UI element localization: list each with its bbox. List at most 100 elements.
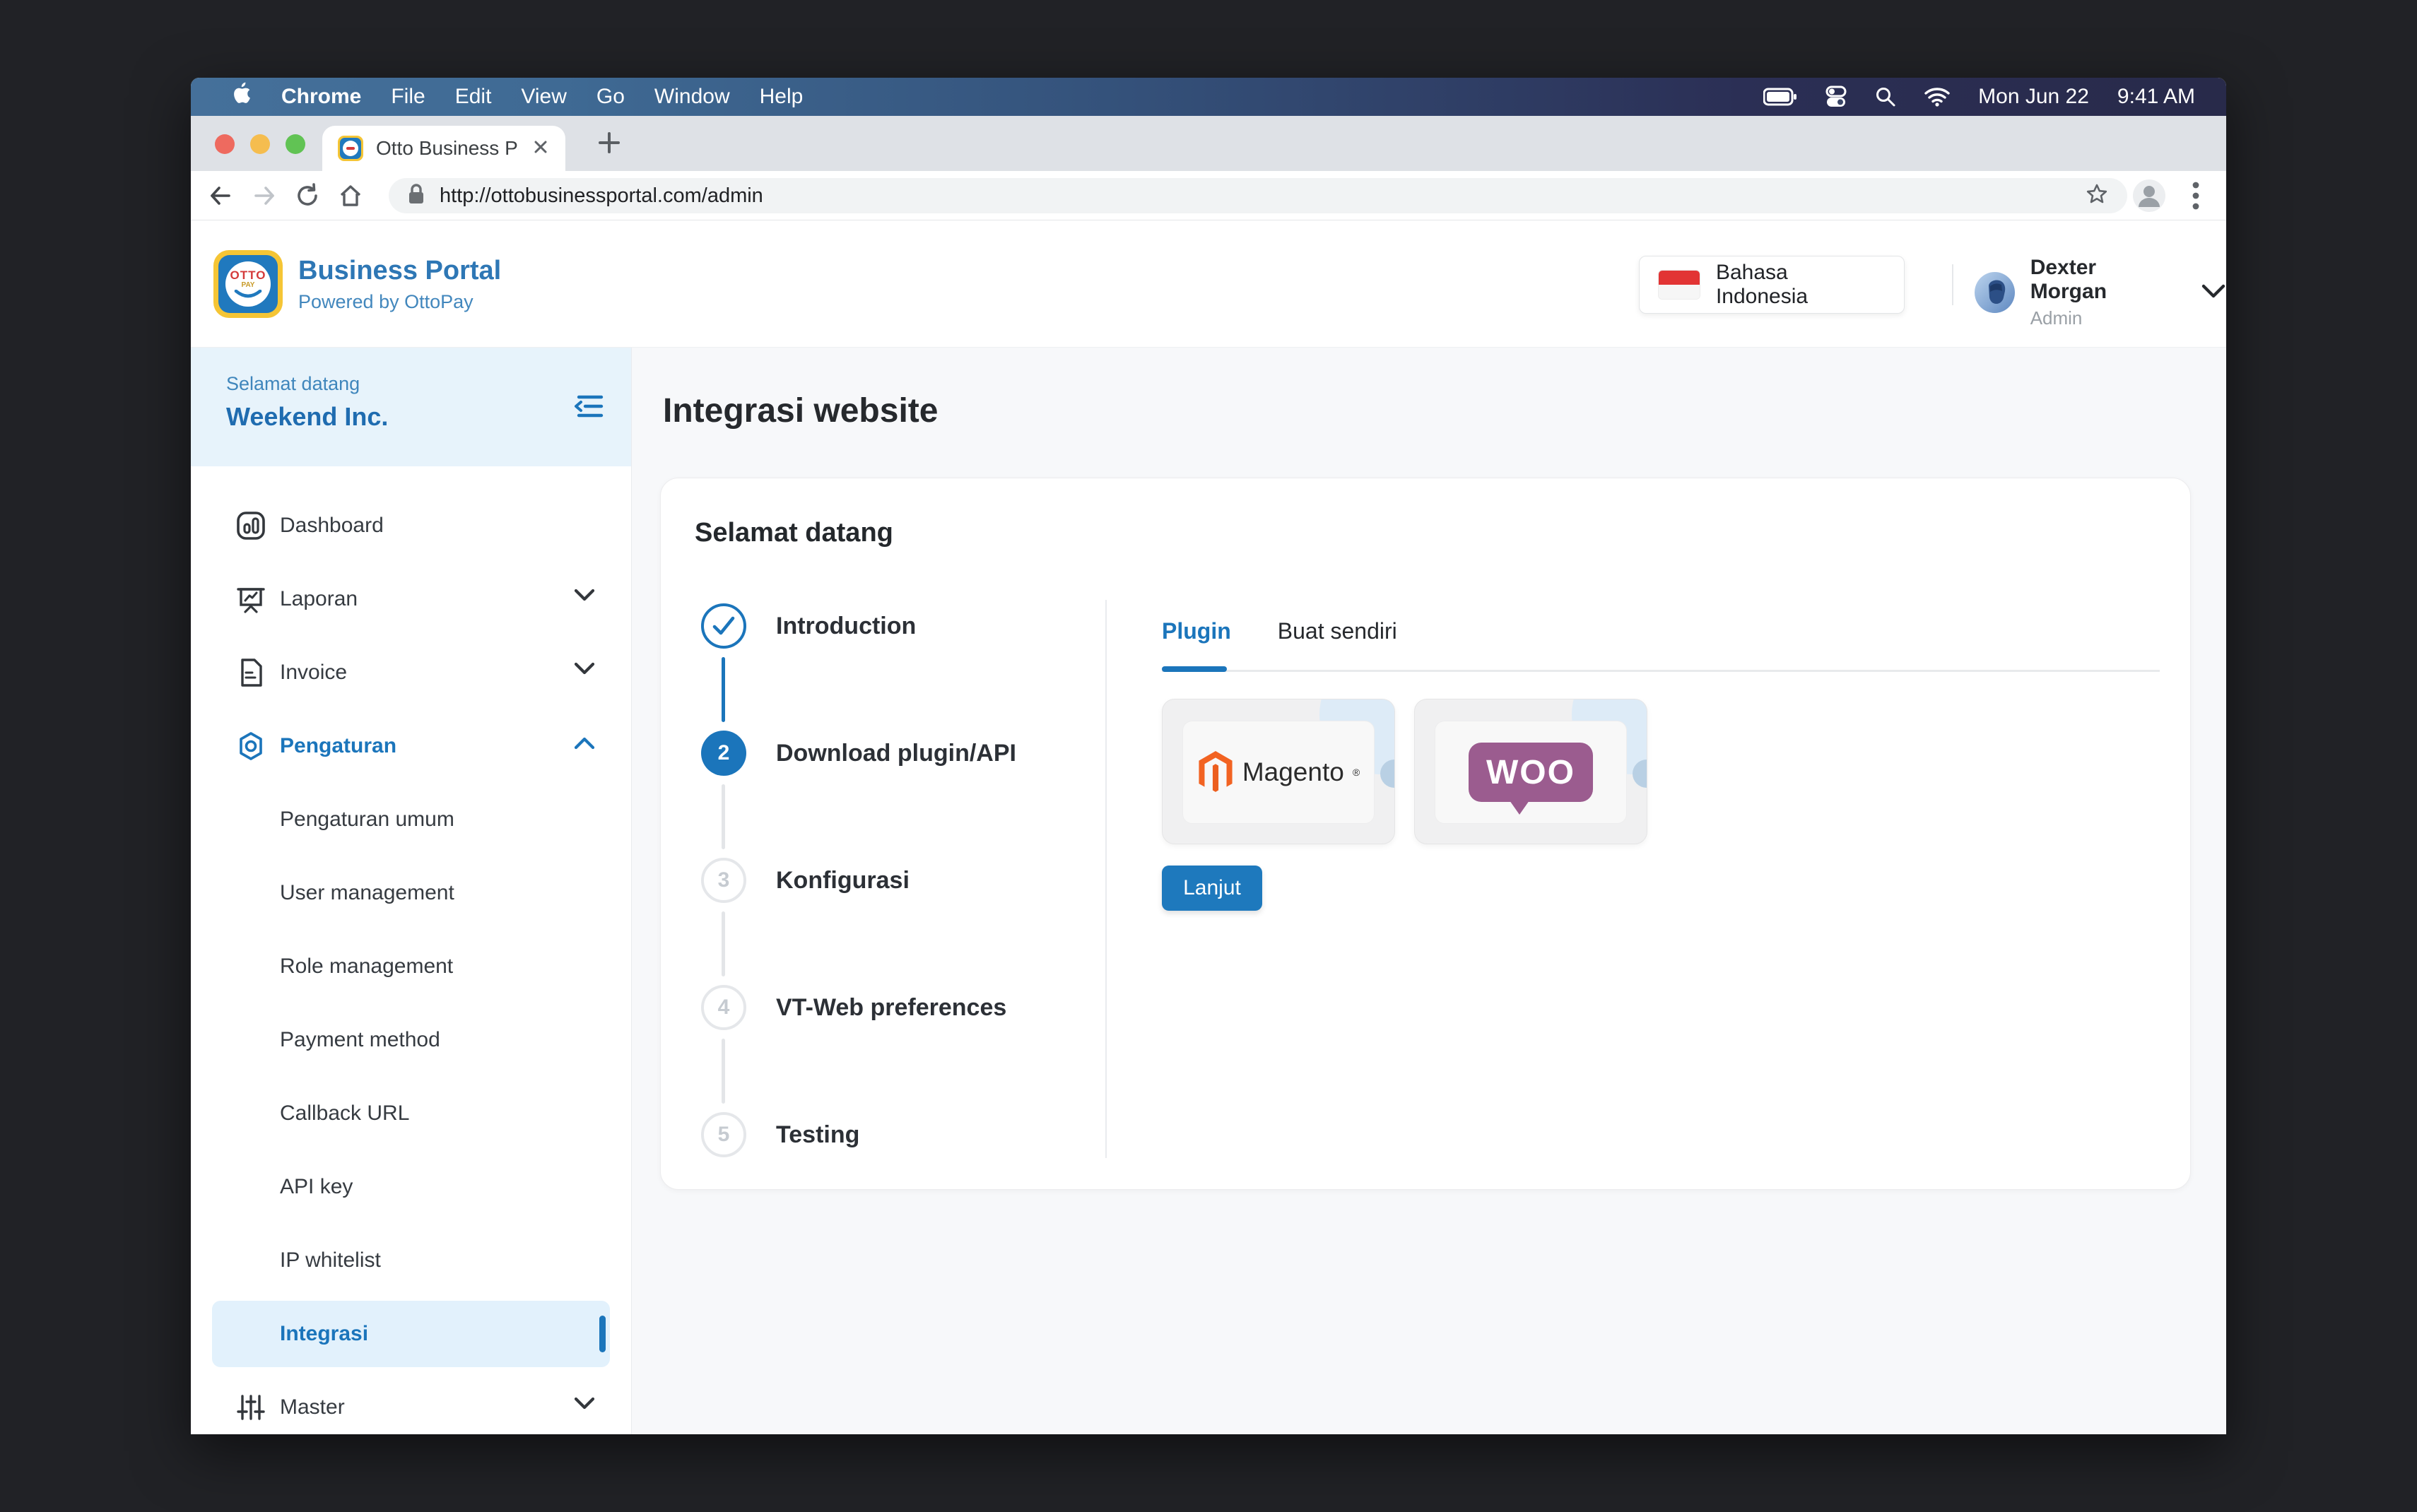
menubar-item-go[interactable]: Go <box>596 85 625 109</box>
tab-buat-sendiri[interactable]: Buat sendiri <box>1278 618 1397 644</box>
tab-plugin[interactable]: Plugin <box>1162 618 1231 644</box>
brand: OTTO PAY Business Portal Powered by Otto… <box>213 250 501 318</box>
magento-registered-mark: ® <box>1353 767 1360 778</box>
sidebar-item-label: IP whitelist <box>280 1248 381 1272</box>
zoom-window-button[interactable] <box>286 134 305 154</box>
url-text[interactable]: http://ottobusinessportal.com/admin <box>440 184 2071 208</box>
dashboard-icon <box>235 510 267 541</box>
sidebar-item-ip-whitelist[interactable]: IP whitelist <box>191 1224 631 1297</box>
close-window-button[interactable] <box>215 134 235 154</box>
sidebar-item-label: Laporan <box>280 587 358 611</box>
tab-favicon-icon <box>338 136 363 161</box>
sidebar-menu: Dashboard Laporan Invoice <box>191 489 631 1434</box>
active-item-indicator <box>599 1316 606 1352</box>
step-vt-web-preferences[interactable]: 4 VT-Web preferences <box>701 985 1006 1030</box>
step-konfigurasi[interactable]: 3 Konfigurasi <box>701 858 910 903</box>
app-header: OTTO PAY Business Portal Powered by Otto… <box>191 220 2226 348</box>
sidebar-item-role-management[interactable]: Role management <box>191 930 631 1003</box>
user-menu[interactable]: Dexter Morgan Admin <box>1975 256 2226 329</box>
sidebar-item-pengaturan-umum[interactable]: Pengaturan umum <box>191 783 631 856</box>
logo-text: OTTO <box>230 269 266 281</box>
sidebar-item-api-key[interactable]: API key <box>191 1150 631 1224</box>
sidebar-item-label: Dashboard <box>280 514 384 538</box>
menubar-item-edit[interactable]: Edit <box>455 85 492 109</box>
bookmark-star-icon[interactable] <box>2085 182 2109 210</box>
sidebar-item-label: Master <box>280 1395 345 1419</box>
chevron-down-icon <box>573 588 596 607</box>
menu-dots-icon[interactable] <box>2178 178 2213 213</box>
menubar-item-chrome[interactable]: Chrome <box>281 85 361 109</box>
chevron-down-icon[interactable] <box>2201 283 2226 303</box>
back-icon[interactable] <box>205 180 236 211</box>
step-number: 5 <box>701 1112 746 1157</box>
home-icon[interactable] <box>335 180 366 211</box>
step-label: Konfigurasi <box>776 867 910 894</box>
tab-strip: Otto Business Portal <box>191 116 2226 171</box>
sidebar-item-laporan[interactable]: Laporan <box>191 562 631 636</box>
window-controls <box>215 134 305 154</box>
menubar-date[interactable]: Mon Jun 22 <box>1978 85 2089 109</box>
battery-icon[interactable] <box>1763 88 1797 106</box>
chevron-down-icon <box>573 1396 596 1415</box>
profile-icon[interactable] <box>2131 178 2167 213</box>
card-title: Selamat datang <box>695 518 893 548</box>
reload-icon[interactable] <box>292 180 323 211</box>
sidebar-item-user-management[interactable]: User management <box>191 856 631 930</box>
woo-logo-text: WOO <box>1486 753 1575 792</box>
sidebar: Selamat datang Weekend Inc. Dashboard <box>191 348 632 1434</box>
menubar-time[interactable]: 9:41 AM <box>2117 85 2195 109</box>
sidebar-item-payment-method[interactable]: Payment method <box>191 1003 631 1077</box>
control-center-icon[interactable] <box>1825 85 1847 108</box>
step-introduction[interactable]: Introduction <box>701 603 916 649</box>
browser-tab[interactable]: Otto Business Portal <box>322 126 565 171</box>
sidebar-item-callback-url[interactable]: Callback URL <box>191 1077 631 1150</box>
woocommerce-logo: WOO <box>1435 721 1627 824</box>
indonesia-flag-icon <box>1658 270 1700 300</box>
tabs-baseline <box>1162 670 2160 672</box>
menubar-menus: Chrome File Edit View Go Window Help <box>191 82 803 112</box>
forward-icon[interactable] <box>249 180 280 211</box>
logo-smile <box>234 290 262 300</box>
menubar-item-window[interactable]: Window <box>654 85 730 109</box>
chevron-down-icon <box>573 661 596 680</box>
lock-icon[interactable] <box>407 183 425 209</box>
address-bar[interactable]: http://ottobusinessportal.com/admin <box>389 178 2127 213</box>
sidebar-item-pengaturan[interactable]: Pengaturan <box>191 709 631 783</box>
tab-close-icon[interactable] <box>531 138 550 160</box>
step-check-icon <box>701 603 746 649</box>
step-connector <box>722 784 725 849</box>
minimize-window-button[interactable] <box>250 134 270 154</box>
step-download-plugin-api[interactable]: 2 Download plugin/API <box>701 731 1016 776</box>
sidebar-item-label: Invoice <box>280 661 347 685</box>
language-selector-button[interactable]: Bahasa Indonesia <box>1639 256 1905 314</box>
plugin-card-magento[interactable]: Magento® <box>1162 699 1395 844</box>
header-divider <box>1952 264 1953 305</box>
sidebar-item-dashboard[interactable]: Dashboard <box>191 489 631 562</box>
step-testing[interactable]: 5 Testing <box>701 1112 859 1157</box>
sidebar-item-master[interactable]: Master <box>191 1371 631 1434</box>
browser-window: Chrome File Edit View Go Window Help <box>191 78 2226 1434</box>
new-tab-button[interactable] <box>592 126 626 160</box>
brand-subtitle: Powered by OttoPay <box>298 291 501 313</box>
sidebar-item-invoice[interactable]: Invoice <box>191 636 631 709</box>
collapse-sidebar-icon[interactable] <box>573 391 606 425</box>
magento-logo: Magento® <box>1182 721 1375 824</box>
step-connector <box>722 911 725 976</box>
sidebar-item-integrasi[interactable]: Integrasi <box>191 1297 631 1371</box>
sidebar-item-label: Integrasi <box>280 1322 368 1346</box>
plugin-card-woocommerce[interactable]: WOO <box>1414 699 1647 844</box>
menubar-item-file[interactable]: File <box>391 85 425 109</box>
sidebar-item-label: API key <box>280 1175 353 1199</box>
continue-button[interactable]: Lanjut <box>1162 866 1262 911</box>
page-title: Integrasi website <box>663 391 938 430</box>
menubar-item-help[interactable]: Help <box>760 85 804 109</box>
sidebar-item-label: Pengaturan <box>280 734 396 758</box>
spotlight-search-icon[interactable] <box>1875 86 1896 107</box>
menubar-item-view[interactable]: View <box>521 85 566 109</box>
desktop-background: Chrome File Edit View Go Window Help <box>0 0 2417 1512</box>
apple-icon[interactable] <box>232 82 252 112</box>
language-label: Bahasa Indonesia <box>1716 261 1886 309</box>
woo-bubble-icon: WOO <box>1469 743 1593 802</box>
integration-card: Selamat datang Introduction 2 Download p… <box>660 478 2191 1190</box>
wifi-icon[interactable] <box>1924 87 1950 107</box>
